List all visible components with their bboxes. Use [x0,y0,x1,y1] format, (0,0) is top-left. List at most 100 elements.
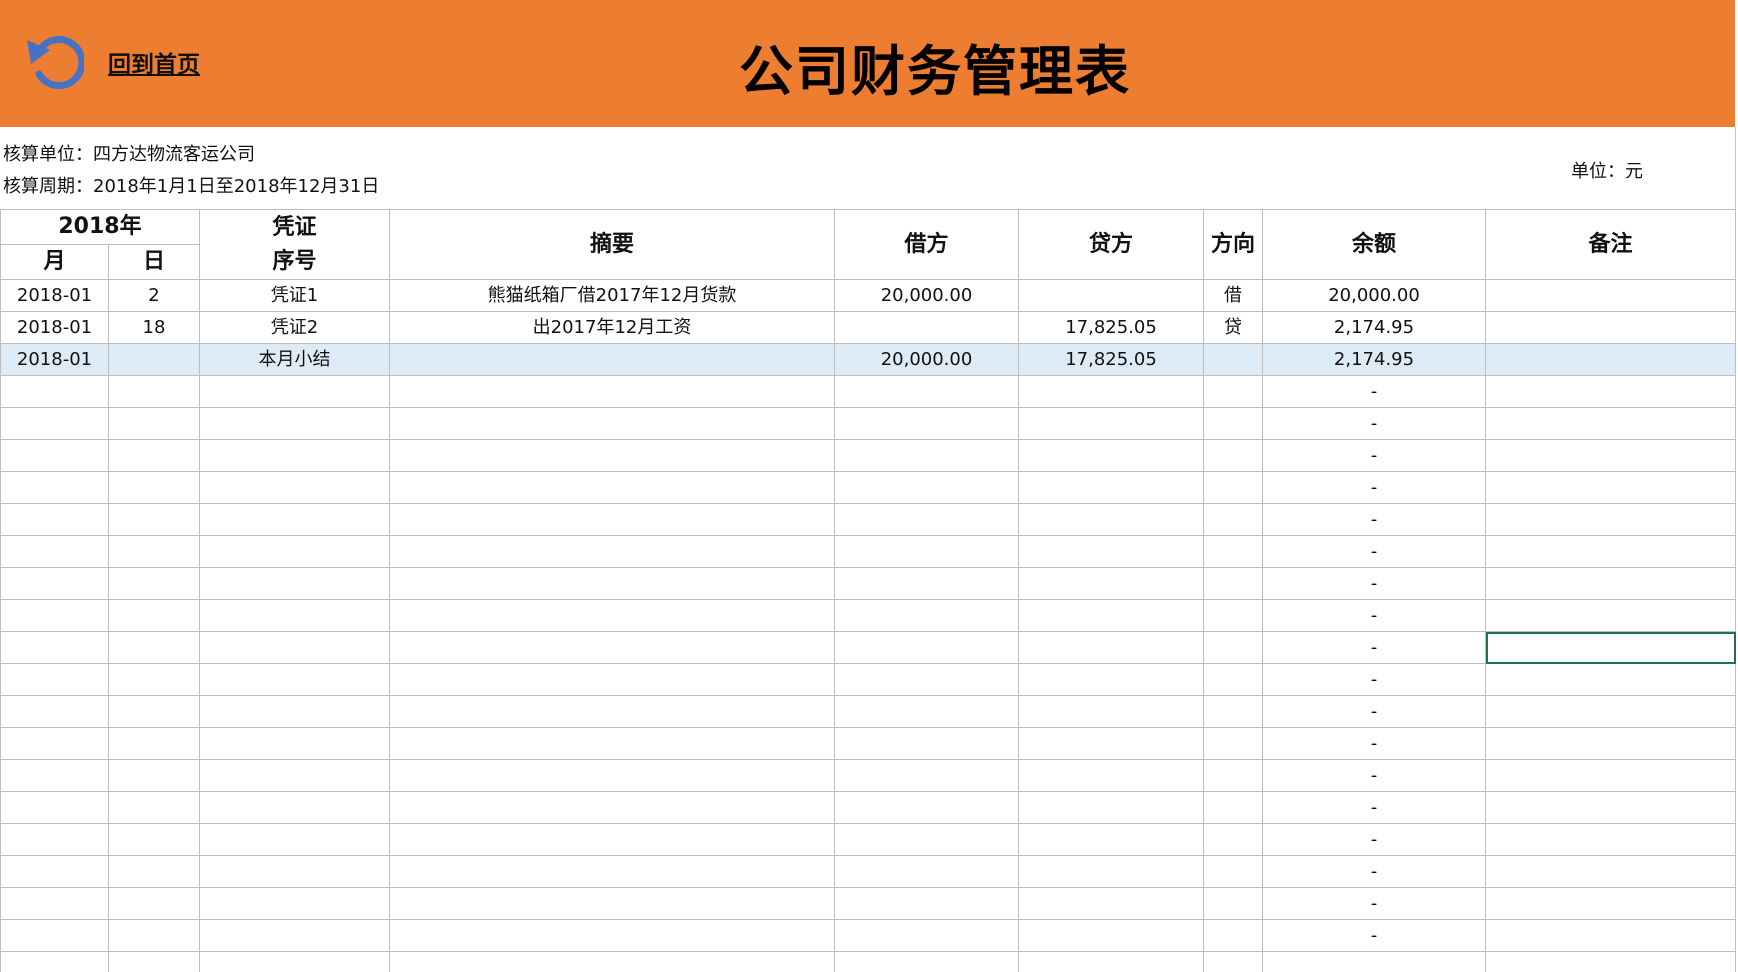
debit-cell[interactable]: 20,000.00 [835,344,1019,376]
balance-cell[interactable]: - [1263,920,1486,952]
debit-cell[interactable] [835,472,1019,504]
debit-cell[interactable] [835,408,1019,440]
balance-cell[interactable]: - [1263,664,1486,696]
remark-cell[interactable] [1486,472,1736,504]
summary-cell[interactable] [390,504,835,536]
remark-cell[interactable] [1486,312,1736,344]
remark-cell[interactable] [1486,664,1736,696]
summary-cell[interactable] [390,856,835,888]
debit-cell[interactable] [835,856,1019,888]
direction-cell[interactable]: 贷 [1204,312,1263,344]
credit-cell[interactable] [1019,952,1204,972]
balance-cell[interactable]: - [1263,888,1486,920]
balance-cell[interactable]: - [1263,440,1486,472]
direction-cell[interactable] [1204,568,1263,600]
direction-cell[interactable] [1204,600,1263,632]
credit-cell[interactable] [1019,760,1204,792]
month-cell[interactable] [1,728,109,760]
voucher-cell[interactable] [200,440,390,472]
debit-cell[interactable] [835,696,1019,728]
month-cell[interactable] [1,632,109,664]
remark-cell[interactable] [1486,408,1736,440]
month-cell[interactable] [1,664,109,696]
direction-cell[interactable] [1204,472,1263,504]
summary-cell[interactable] [390,920,835,952]
debit-cell[interactable] [835,888,1019,920]
voucher-cell[interactable] [200,952,390,972]
remark-cell[interactable] [1486,888,1736,920]
voucher-cell[interactable] [200,696,390,728]
credit-cell[interactable] [1019,376,1204,408]
direction-cell[interactable] [1204,664,1263,696]
voucher-cell[interactable] [200,600,390,632]
month-cell[interactable] [1,856,109,888]
direction-cell[interactable] [1204,440,1263,472]
month-cell[interactable] [1,408,109,440]
debit-cell[interactable] [835,312,1019,344]
month-cell[interactable] [1,440,109,472]
remark-cell[interactable] [1486,792,1736,824]
remark-cell[interactable] [1486,600,1736,632]
debit-cell[interactable] [835,632,1019,664]
balance-cell[interactable]: - [1263,760,1486,792]
summary-cell[interactable] [390,824,835,856]
debit-cell[interactable] [835,920,1019,952]
credit-cell[interactable] [1019,728,1204,760]
day-cell[interactable] [109,920,200,952]
credit-cell[interactable] [1019,792,1204,824]
day-cell[interactable] [109,408,200,440]
day-cell[interactable] [109,952,200,972]
debit-cell[interactable] [835,568,1019,600]
debit-cell[interactable] [835,760,1019,792]
summary-cell[interactable] [390,760,835,792]
balance-cell[interactable]: 2,174.95 [1263,312,1486,344]
summary-cell[interactable] [390,376,835,408]
debit-cell[interactable] [835,536,1019,568]
direction-cell[interactable] [1204,888,1263,920]
voucher-cell[interactable] [200,632,390,664]
month-cell[interactable] [1,920,109,952]
credit-cell[interactable] [1019,472,1204,504]
voucher-cell[interactable] [200,760,390,792]
day-cell[interactable] [109,824,200,856]
direction-cell[interactable] [1204,952,1263,972]
remark-cell[interactable] [1486,728,1736,760]
voucher-cell[interactable] [200,792,390,824]
credit-cell[interactable] [1019,408,1204,440]
balance-cell[interactable]: - [1263,856,1486,888]
summary-cell[interactable] [390,600,835,632]
day-cell[interactable] [109,632,200,664]
month-cell[interactable] [1,536,109,568]
summary-cell[interactable]: 熊猫纸箱厂借2017年12月货款 [390,280,835,312]
day-cell[interactable] [109,856,200,888]
debit-cell[interactable] [835,664,1019,696]
day-cell[interactable] [109,728,200,760]
month-cell[interactable] [1,952,109,972]
balance-cell[interactable]: - [1263,632,1486,664]
direction-cell[interactable] [1204,856,1263,888]
summary-cell[interactable] [390,696,835,728]
day-cell[interactable] [109,536,200,568]
direction-cell[interactable] [1204,504,1263,536]
debit-cell[interactable] [835,376,1019,408]
day-cell[interactable] [109,440,200,472]
voucher-cell[interactable] [200,568,390,600]
day-cell[interactable] [109,664,200,696]
month-cell[interactable] [1,376,109,408]
remark-cell[interactable] [1486,760,1736,792]
day-cell[interactable] [109,472,200,504]
balance-cell[interactable]: - [1263,472,1486,504]
summary-cell[interactable] [390,888,835,920]
day-cell[interactable] [109,792,200,824]
direction-cell[interactable] [1204,408,1263,440]
credit-cell[interactable] [1019,440,1204,472]
debit-cell[interactable] [835,728,1019,760]
day-cell[interactable]: 2 [109,280,200,312]
direction-cell[interactable] [1204,376,1263,408]
month-cell[interactable] [1,600,109,632]
summary-cell[interactable] [390,408,835,440]
balance-cell[interactable] [1263,952,1486,972]
credit-cell[interactable] [1019,856,1204,888]
voucher-cell[interactable] [200,728,390,760]
day-cell[interactable] [109,888,200,920]
